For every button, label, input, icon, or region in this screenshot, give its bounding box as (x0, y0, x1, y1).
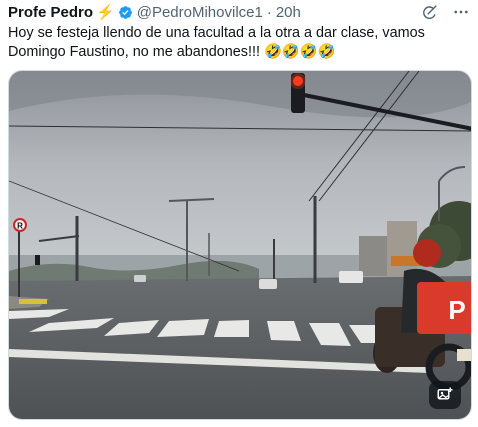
parking-sign-letter: R (17, 222, 23, 231)
delivery-box-logo: P (448, 295, 465, 325)
verified-badge-icon (118, 5, 133, 20)
more-icon[interactable] (452, 3, 470, 21)
image-edit-button[interactable] (429, 381, 461, 409)
tweet-photo[interactable]: R P (8, 70, 472, 420)
header-actions (420, 3, 470, 21)
header-separator: · (266, 3, 272, 21)
author-display-name[interactable]: Profe Pedro (8, 4, 93, 21)
author-handle[interactable]: @PedroMihovilce1 (137, 4, 263, 21)
grok-icon[interactable] (420, 3, 438, 21)
tweet-header: Profe Pedro ⚡ @PedroMihovilce1 · 20h (8, 3, 470, 21)
tweet-text: Hoy se festeja llendo de una facultad a … (8, 25, 429, 60)
author-name-emoji: ⚡ (96, 4, 115, 21)
image-edit-icon (437, 387, 453, 400)
street-photo: R P (9, 71, 471, 419)
tweet-timestamp[interactable]: 20h (276, 4, 301, 21)
